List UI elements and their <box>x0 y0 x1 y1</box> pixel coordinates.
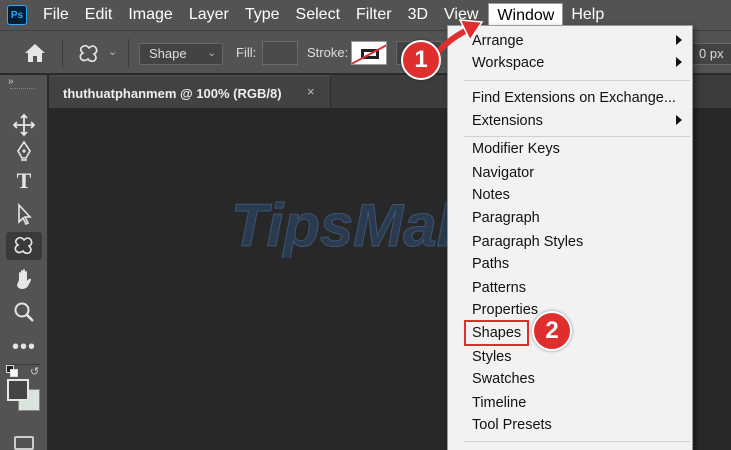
zoom-tool-icon[interactable] <box>6 298 42 326</box>
menu-separator <box>464 80 690 81</box>
step-2-badge: 2 <box>532 311 572 351</box>
stroke-label: Stroke: <box>307 45 349 60</box>
document-tab-title: thuthuatphanmem @ 100% (RGB/8) <box>63 86 282 101</box>
menu-item-paths[interactable]: Paths <box>472 256 509 272</box>
type-tool-icon[interactable]: T <box>6 167 42 195</box>
menu-item-timeline[interactable]: Timeline <box>472 395 526 411</box>
tool-mode-select[interactable]: Shape ⌄ <box>139 43 223 65</box>
menu-file[interactable]: File <box>35 3 77 27</box>
menu-item-paragraph[interactable]: Paragraph <box>472 210 540 226</box>
menu-item-extensions[interactable]: Extensions <box>472 113 543 129</box>
submenu-arrow-icon <box>676 57 682 67</box>
custom-shape-tool-icon[interactable] <box>6 232 42 260</box>
hand-tool-icon[interactable] <box>6 265 42 293</box>
more-tools-icon[interactable]: ••• <box>6 333 42 361</box>
menu-window[interactable]: Window <box>488 3 564 27</box>
step-1-badge: 1 <box>401 40 441 80</box>
menu-item-shapes[interactable]: Shapes <box>472 325 521 341</box>
document-tab[interactable]: thuthuatphanmem @ 100% (RGB/8) × <box>49 75 331 108</box>
menu-item-modifier-keys[interactable]: Modifier Keys <box>472 141 560 157</box>
tool-mode-value: Shape <box>149 46 187 61</box>
panel-grip[interactable] <box>10 88 34 91</box>
path-selection-tool-icon[interactable] <box>6 200 42 228</box>
photoshop-logo: Ps <box>7 5 27 25</box>
menu-item-find-extensions[interactable]: Find Extensions on Exchange... <box>472 90 676 106</box>
no-color-slash <box>352 42 386 64</box>
foreground-color[interactable] <box>7 379 29 401</box>
swap-colors-icon[interactable]: ↺ <box>30 365 39 378</box>
close-icon[interactable]: × <box>307 84 315 99</box>
quick-mask-icon[interactable] <box>14 436 34 450</box>
menu-help[interactable]: Help <box>563 3 612 27</box>
dimension-field[interactable]: 0 px <box>688 43 731 65</box>
menu-type[interactable]: Type <box>237 3 288 27</box>
menu-item-properties[interactable]: Properties <box>472 302 538 318</box>
window-menu-dropdown: Arrange Workspace Find Extensions on Exc… <box>447 25 693 450</box>
stroke-color-swatch[interactable] <box>351 41 387 65</box>
menu-item-patterns[interactable]: Patterns <box>472 280 526 296</box>
divider <box>128 39 129 67</box>
fill-label: Fill: <box>236 45 257 60</box>
divider <box>62 39 63 67</box>
menu-item-swatches[interactable]: Swatches <box>472 371 535 387</box>
menu-image[interactable]: Image <box>120 3 180 27</box>
move-tool-icon[interactable] <box>6 111 42 139</box>
menu-edit[interactable]: Edit <box>77 3 121 27</box>
menu-item-styles[interactable]: Styles <box>472 349 512 365</box>
submenu-arrow-icon <box>676 35 682 45</box>
menu-filter[interactable]: Filter <box>348 3 400 27</box>
home-icon[interactable] <box>22 41 48 65</box>
chevron-down-icon[interactable]: ⌄ <box>108 45 120 58</box>
fill-color-swatch[interactable] <box>262 41 298 65</box>
menu-separator <box>464 136 690 137</box>
tools-panel: » T ••• ↺ <box>0 75 48 450</box>
submenu-arrow-icon <box>676 115 682 125</box>
menu-item-paragraph-styles[interactable]: Paragraph Styles <box>472 234 583 250</box>
menu-item-navigator[interactable]: Navigator <box>472 165 534 181</box>
collapse-panel-icon[interactable]: » <box>8 76 13 87</box>
chevron-down-icon: ⌄ <box>207 48 216 59</box>
menu-item-tool-presets[interactable]: Tool Presets <box>472 417 552 433</box>
menu-item-notes[interactable]: Notes <box>472 187 510 203</box>
default-colors-icon[interactable] <box>6 365 18 377</box>
custom-shape-tool-icon[interactable] <box>76 41 102 65</box>
menu-layer[interactable]: Layer <box>181 3 237 27</box>
color-swatches: ↺ <box>4 365 48 425</box>
pen-tool-icon[interactable] <box>6 137 42 165</box>
menu-select[interactable]: Select <box>288 3 348 27</box>
menu-separator <box>464 441 690 442</box>
